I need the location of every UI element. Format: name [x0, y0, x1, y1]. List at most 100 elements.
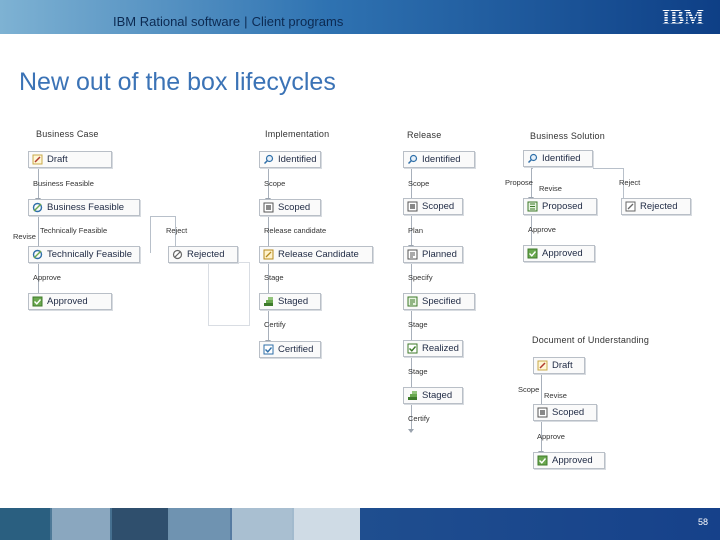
- state-label: Technically Feasible: [47, 249, 133, 260]
- footer-bar: 58: [360, 508, 720, 540]
- business-solution-state-proposed[interactable]: Proposed: [523, 198, 597, 215]
- state-label: Release Candidate: [278, 249, 359, 260]
- transition-label: Stage: [408, 367, 428, 376]
- pencil-icon: [32, 154, 43, 165]
- ibm-logo-text: IBM: [662, 7, 704, 27]
- implementation-state-certified[interactable]: Certified: [259, 341, 321, 358]
- business-case-state-business-feasible[interactable]: Business Feasible: [28, 199, 140, 216]
- page-number: 58: [697, 517, 708, 527]
- release-state-planned[interactable]: Planned: [403, 246, 463, 263]
- proposed-icon: [527, 201, 538, 212]
- transition-label: Scope: [264, 179, 286, 188]
- slide-title: New out of the box lifecycles: [19, 68, 336, 96]
- state-label: Identified: [278, 154, 317, 165]
- state-label: Scoped: [552, 407, 585, 418]
- state-label: Scoped: [278, 202, 311, 213]
- state-label: Identified: [542, 153, 581, 164]
- state-label: Scoped: [422, 201, 455, 212]
- header-title: IBM Rational software | Client programs: [113, 14, 343, 29]
- transition-label: Approve: [528, 225, 556, 234]
- certified-icon: [263, 344, 274, 355]
- state-label: Approved: [47, 296, 88, 307]
- footer-photo-strip: [0, 508, 360, 540]
- transition-label: Propose: [505, 178, 533, 187]
- business-solution-state-identified[interactable]: Identified: [523, 150, 593, 167]
- pencil-icon: [537, 360, 548, 371]
- implementation-state-identified[interactable]: Identified: [259, 151, 321, 168]
- state-label: Proposed: [542, 201, 583, 212]
- approved-check-icon: [527, 248, 538, 259]
- state-label: Identified: [422, 154, 461, 165]
- release-state-realized[interactable]: Realized: [403, 340, 463, 357]
- release-state-staged[interactable]: Staged: [403, 387, 463, 404]
- state-label: Rejected: [187, 249, 225, 260]
- release-state-specified[interactable]: Specified: [403, 293, 475, 310]
- business-case-title: Business Case: [36, 129, 99, 139]
- transition-label: Reject: [619, 178, 641, 187]
- footer: 58: [0, 508, 720, 540]
- specified-icon: [407, 296, 418, 307]
- state-label: Draft: [552, 360, 573, 371]
- dou-state-draft[interactable]: Draft: [533, 357, 585, 374]
- business-case-panel: [208, 262, 250, 326]
- ibm-logo: IBM: [662, 7, 704, 27]
- transition-label: Certify: [264, 320, 286, 329]
- implementation-state-scoped[interactable]: Scoped: [259, 199, 321, 216]
- release-icon: [263, 249, 274, 260]
- photo-tile: [170, 508, 230, 540]
- gear-arrows-icon: [32, 202, 43, 213]
- state-label: Rejected: [640, 201, 678, 212]
- transition-label: Stage: [408, 320, 428, 329]
- magnifier-icon: [407, 154, 418, 165]
- staged-icon: [408, 391, 417, 400]
- business-case-state-technically-feasible[interactable]: Technically Feasible: [28, 246, 140, 263]
- rejected-icon: [625, 201, 636, 212]
- photo-tile: [232, 508, 292, 540]
- header-separator: |: [244, 14, 248, 29]
- header-bar: IBM Rational software | Client programs IB…: [0, 0, 720, 34]
- transition-label: Revise: [13, 232, 36, 241]
- state-label: Realized: [422, 343, 459, 354]
- business-case-state-draft[interactable]: Draft: [28, 151, 112, 168]
- scope-icon: [537, 407, 548, 418]
- photo-tile: [52, 508, 110, 540]
- release-state-identified[interactable]: Identified: [403, 151, 475, 168]
- transition-label: Specify: [408, 273, 433, 282]
- scope-icon: [407, 201, 418, 212]
- document-of-understanding-title: Document of Understanding: [532, 335, 650, 345]
- state-label: Certified: [278, 344, 314, 355]
- header-section: Client programs: [251, 14, 344, 29]
- approved-check-icon: [32, 296, 43, 307]
- staged-icon: [264, 297, 273, 306]
- approved-check-icon: [537, 455, 548, 466]
- release-title: Release: [407, 130, 442, 140]
- business-case-state-approved[interactable]: Approved: [28, 293, 112, 310]
- transition-label: Reject: [166, 226, 188, 235]
- implementation-title: Implementation: [265, 129, 330, 139]
- transition-label: Scope: [518, 385, 540, 394]
- plan-icon: [407, 249, 418, 260]
- photo-tile: [294, 508, 360, 540]
- transition-label: Technically Feasible: [40, 226, 108, 235]
- transition-label: Business Feasible: [33, 179, 94, 188]
- scope-icon: [263, 202, 274, 213]
- transition-label: Certify: [408, 414, 430, 423]
- dou-state-scoped[interactable]: Scoped: [533, 404, 597, 421]
- business-solution-state-rejected[interactable]: Rejected: [621, 198, 691, 215]
- state-label: Planned: [422, 249, 457, 260]
- state-label: Business Feasible: [47, 202, 125, 213]
- flow-arrow: [35, 217, 41, 250]
- business-solution-state-approved[interactable]: Approved: [523, 245, 595, 262]
- release-state-scoped[interactable]: Scoped: [403, 198, 463, 215]
- transition-label: Approve: [537, 432, 565, 441]
- transition-label: Plan: [408, 226, 424, 235]
- rejected-icon: [172, 249, 183, 260]
- magnifier-icon: [527, 153, 538, 164]
- implementation-state-staged[interactable]: Staged: [259, 293, 321, 310]
- state-label: Staged: [422, 390, 453, 401]
- implementation-state-release-candidate[interactable]: Release Candidate: [259, 246, 373, 263]
- dou-state-approved[interactable]: Approved: [533, 452, 605, 469]
- business-case-state-rejected[interactable]: Rejected: [168, 246, 238, 263]
- transition-label: Stage: [264, 273, 284, 282]
- photo-tile: [112, 508, 168, 540]
